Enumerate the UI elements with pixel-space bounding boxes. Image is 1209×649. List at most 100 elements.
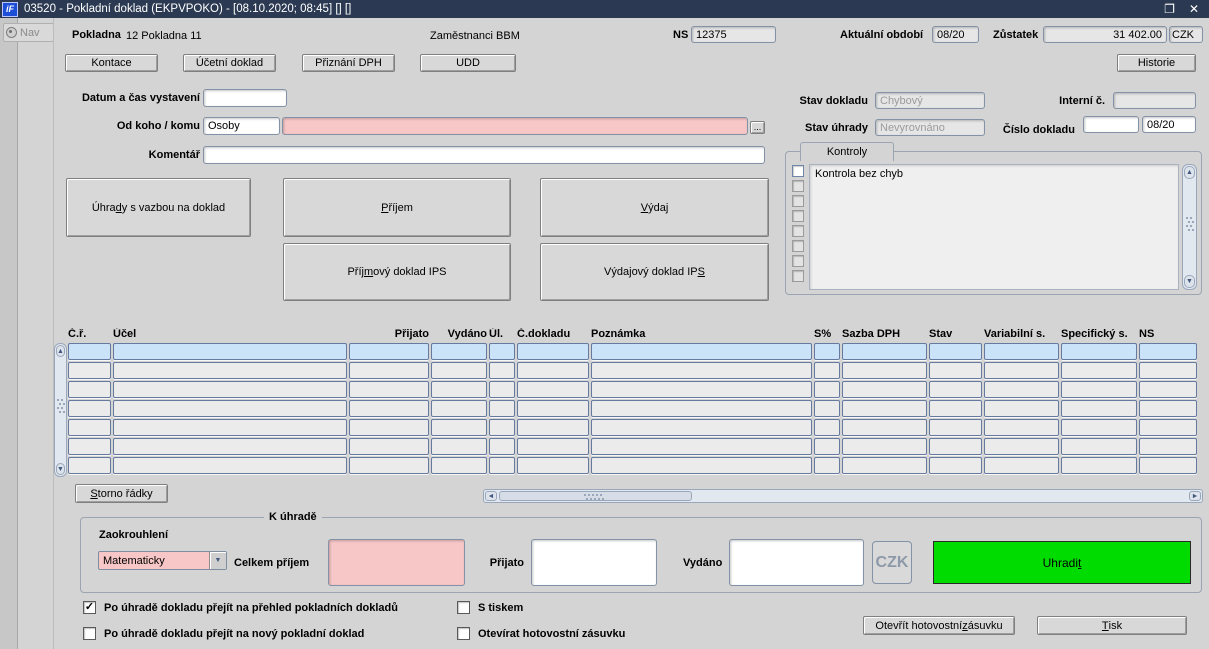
table-cell[interactable] bbox=[814, 419, 840, 436]
kontroly-checkbox[interactable] bbox=[792, 270, 804, 282]
priznani-dph-button[interactable]: Přiznání DPH bbox=[302, 54, 395, 72]
table-cell[interactable] bbox=[929, 362, 982, 379]
column-header-12[interactable]: Specifický s. bbox=[1061, 328, 1137, 340]
table-cell[interactable] bbox=[1139, 343, 1197, 360]
prejit-prehled-checkbox[interactable]: ✓ bbox=[83, 601, 96, 614]
cislo-dokladu-input[interactable] bbox=[1083, 116, 1139, 133]
column-header-1[interactable]: Č.ř. bbox=[68, 328, 111, 340]
table-cell[interactable] bbox=[984, 419, 1059, 436]
table-cell[interactable] bbox=[113, 381, 347, 398]
table-cell[interactable] bbox=[517, 457, 589, 474]
table-cell[interactable] bbox=[591, 438, 812, 455]
table-cell[interactable] bbox=[489, 457, 515, 474]
table-cell[interactable] bbox=[517, 381, 589, 398]
table-cell[interactable] bbox=[814, 343, 840, 360]
otevirat-zasuvku-checkbox[interactable] bbox=[457, 627, 470, 640]
udd-button[interactable]: UDD bbox=[420, 54, 516, 72]
table-cell[interactable] bbox=[591, 457, 812, 474]
table-cell[interactable] bbox=[431, 343, 487, 360]
scroll-up-icon[interactable]: ▲ bbox=[56, 345, 65, 357]
kontroly-checkbox[interactable] bbox=[792, 195, 804, 207]
table-cell[interactable] bbox=[1139, 381, 1197, 398]
ns-field[interactable]: 12375 bbox=[691, 26, 776, 43]
historie-button[interactable]: Historie bbox=[1117, 54, 1196, 72]
table-cell[interactable] bbox=[1061, 419, 1137, 436]
uhrady-s-vazbou-button[interactable]: Úhra d y s vazbou na doklad bbox=[66, 178, 251, 237]
table-cell[interactable] bbox=[68, 362, 111, 379]
table-cell[interactable] bbox=[842, 362, 927, 379]
table-cell[interactable] bbox=[68, 400, 111, 417]
column-header-3[interactable]: Přijato bbox=[349, 328, 429, 340]
table-cell[interactable] bbox=[984, 438, 1059, 455]
uhradit-button[interactable]: Uhradi t bbox=[933, 541, 1191, 584]
prejit-novy-checkbox[interactable] bbox=[83, 627, 96, 640]
table-cell[interactable] bbox=[431, 400, 487, 417]
table-cell[interactable] bbox=[1139, 457, 1197, 474]
table-cell[interactable] bbox=[1061, 438, 1137, 455]
zaokrouhleni-select[interactable]: Matematicky ▼ bbox=[98, 551, 227, 570]
komentar-input[interactable] bbox=[203, 146, 765, 164]
table-cell[interactable] bbox=[113, 457, 347, 474]
table-cell[interactable] bbox=[1139, 438, 1197, 455]
table-left-scrollbar[interactable]: ▲ ▼ bbox=[54, 343, 67, 477]
table-cell[interactable] bbox=[929, 343, 982, 360]
table-cell[interactable] bbox=[489, 381, 515, 398]
table-cell[interactable] bbox=[517, 362, 589, 379]
table-cell[interactable] bbox=[489, 362, 515, 379]
table-cell[interactable] bbox=[1061, 457, 1137, 474]
table-cell[interactable] bbox=[591, 362, 812, 379]
cislo-obdobi-field[interactable]: 08/20 bbox=[1142, 116, 1196, 133]
kontroly-checkbox[interactable] bbox=[792, 165, 804, 177]
table-cell[interactable] bbox=[1061, 381, 1137, 398]
table-cell[interactable] bbox=[814, 400, 840, 417]
kontroly-scrollbar[interactable]: ▲ ▼ bbox=[1182, 164, 1197, 290]
restore-window-icon[interactable]: ❐ bbox=[1164, 3, 1175, 15]
table-cell[interactable] bbox=[431, 362, 487, 379]
kontroly-checkbox[interactable] bbox=[792, 180, 804, 192]
kontroly-checkbox[interactable] bbox=[792, 210, 804, 222]
table-cell[interactable] bbox=[842, 400, 927, 417]
column-header-13[interactable]: NS bbox=[1139, 328, 1197, 340]
column-header-11[interactable]: Variabilní s. bbox=[984, 328, 1059, 340]
scroll-left-icon[interactable]: ◄ bbox=[485, 491, 497, 501]
table-cell[interactable] bbox=[842, 419, 927, 436]
kontroly-list[interactable]: Kontrola bez chyb bbox=[809, 164, 1179, 290]
table-cell[interactable] bbox=[814, 438, 840, 455]
table-cell[interactable] bbox=[349, 362, 429, 379]
chevron-down-icon[interactable]: ▼ bbox=[209, 552, 226, 569]
ucetni-doklad-button[interactable]: Účetní doklad bbox=[183, 54, 276, 72]
close-window-icon[interactable]: ✕ bbox=[1189, 3, 1199, 15]
kontroly-checkbox[interactable] bbox=[792, 225, 804, 237]
table-cell[interactable] bbox=[68, 457, 111, 474]
table-h-scrollbar[interactable]: ◄ ► bbox=[483, 489, 1203, 503]
prijato-input[interactable] bbox=[531, 539, 657, 586]
table-cell[interactable] bbox=[489, 419, 515, 436]
table-cell[interactable] bbox=[349, 438, 429, 455]
table-cell[interactable] bbox=[349, 343, 429, 360]
table-cell[interactable] bbox=[591, 419, 812, 436]
table-cell[interactable] bbox=[814, 457, 840, 474]
vydaj-button[interactable]: Výdaj bbox=[540, 178, 769, 237]
column-header-5[interactable]: Úl. bbox=[489, 328, 515, 340]
table-cell[interactable] bbox=[591, 343, 812, 360]
prijmovy-doklad-ips-button[interactable]: Příj m ový doklad IPS bbox=[283, 243, 511, 301]
table-cell[interactable] bbox=[842, 438, 927, 455]
column-header-6[interactable]: Č.dokladu bbox=[517, 328, 589, 340]
table-cell[interactable] bbox=[517, 419, 589, 436]
table-cell[interactable] bbox=[349, 400, 429, 417]
table-cell[interactable] bbox=[113, 362, 347, 379]
table-cell[interactable] bbox=[591, 381, 812, 398]
odkoho-lookup-button[interactable]: ... bbox=[750, 121, 765, 134]
tisk-button[interactable]: Tisk bbox=[1037, 616, 1187, 635]
table-cell[interactable] bbox=[842, 457, 927, 474]
table-cell[interactable] bbox=[431, 438, 487, 455]
kontroly-checkbox[interactable] bbox=[792, 255, 804, 267]
column-header-4[interactable]: Vydáno bbox=[431, 328, 487, 340]
table-cell[interactable] bbox=[984, 381, 1059, 398]
table-cell[interactable] bbox=[929, 419, 982, 436]
vydajovy-doklad-ips-button[interactable]: Výdajový doklad IP S bbox=[540, 243, 769, 301]
table-cell[interactable] bbox=[929, 438, 982, 455]
table-cell[interactable] bbox=[1061, 362, 1137, 379]
s-tiskem-checkbox[interactable] bbox=[457, 601, 470, 614]
table-cell[interactable] bbox=[113, 343, 347, 360]
